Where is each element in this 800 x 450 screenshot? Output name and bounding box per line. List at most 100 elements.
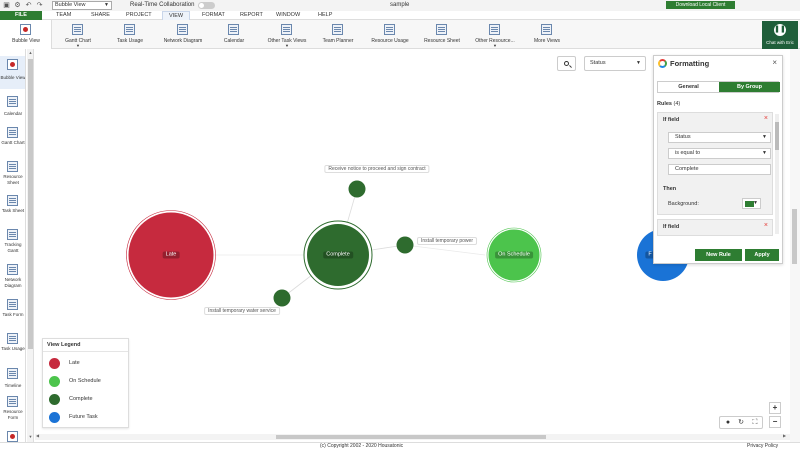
footer: (c) Copyright 2002 - 2020 Housatonic Pri… <box>0 442 800 450</box>
ribbon-bubble-view[interactable]: Bubble View <box>0 20 52 49</box>
left-gantt-chart[interactable]: Gantt Chart <box>0 127 25 157</box>
scroll-left-icon[interactable]: ◀ <box>36 433 39 438</box>
menu-project[interactable]: PROJECT <box>126 11 152 20</box>
panel-scrollbar[interactable] <box>775 114 779 234</box>
close-icon[interactable]: × <box>772 58 777 67</box>
canvas-horizontal-scrollbar[interactable]: ◀ ▶ <box>35 433 790 440</box>
scroll-right-icon[interactable]: ▶ <box>783 433 786 438</box>
point-icon[interactable]: ● <box>722 417 734 429</box>
ribbon-label: More Views <box>533 38 561 44</box>
legend-divider <box>43 351 128 352</box>
view-select[interactable]: Bubble View ▼ <box>52 1 112 10</box>
ribbon-network-diagram[interactable]: Network Diagram <box>158 20 208 49</box>
ribbon-task-usage[interactable]: Task Usage <box>112 20 148 49</box>
menu-format[interactable]: FORMAT <box>202 11 225 20</box>
ribbon-label: Network Diagram <box>163 38 203 44</box>
ribbon-team-planner[interactable]: Team Planner <box>318 20 358 49</box>
scroll-thumb[interactable] <box>792 209 797 264</box>
document-title: sample <box>390 2 410 8</box>
menu-share[interactable]: SHARE <box>91 11 110 20</box>
delete-rule-icon[interactable]: × <box>764 115 768 122</box>
ribbon-gantt-chart[interactable]: Gantt Chart ▼ <box>60 20 96 49</box>
ribbon-other-resource-views[interactable]: Other Resource... ▼ <box>472 20 518 49</box>
tab-general[interactable]: General <box>658 82 719 92</box>
menu-view[interactable]: VIEW <box>162 11 191 20</box>
resource-form-icon <box>7 396 18 407</box>
legend-swatch <box>49 412 60 423</box>
left-tracking-gantt[interactable]: Tracking Gantt <box>0 229 25 259</box>
left-more-item[interactable] <box>0 431 25 442</box>
chat-button[interactable]: ❚❚ Chat with Eric <box>762 21 798 49</box>
refresh-icon[interactable]: ↻ <box>735 417 747 429</box>
zoom-in-button[interactable]: + <box>769 402 781 414</box>
ribbon-label: Task Usage <box>116 38 144 44</box>
ribbon-other-task-views[interactable]: Other Task Views ▼ <box>263 20 311 49</box>
background-label: Background: <box>668 201 699 207</box>
left-task-form[interactable]: Task Form <box>0 299 25 329</box>
menu-window[interactable]: WINDOW <box>276 11 300 20</box>
menu-file[interactable]: FILE <box>0 11 42 20</box>
rule-operator-value: is equal to <box>675 150 701 156</box>
settings-icon[interactable]: ⚙ <box>14 2 21 9</box>
menu-report[interactable]: REPORT <box>240 11 263 20</box>
scroll-down-icon[interactable]: ▼ <box>27 434 34 439</box>
left-label: Task Sheet <box>1 208 25 213</box>
apply-button[interactable]: Apply <box>745 249 779 261</box>
scroll-thumb[interactable] <box>276 435 546 439</box>
background-color-picker[interactable]: ▼ <box>742 198 761 209</box>
left-bubble-view[interactable]: Bubble View <box>0 56 25 89</box>
canvas-vertical-scrollbar[interactable] <box>790 49 800 442</box>
left-calendar[interactable]: Calendar <box>0 96 25 120</box>
rule-field-select[interactable]: Status ▼ <box>668 132 771 143</box>
bubble-label-on-schedule: On Schedule <box>495 251 533 259</box>
left-label: Tracking Gantt <box>4 242 22 253</box>
ribbon-resource-sheet[interactable]: Resource Sheet <box>420 20 464 49</box>
save-icon[interactable]: ▣ <box>3 2 10 9</box>
privacy-link[interactable]: Privacy Policy <box>747 443 778 450</box>
chevron-down-icon: ▼ <box>753 200 758 206</box>
ribbon-more-views[interactable]: More Views <box>530 20 564 49</box>
zoom-out-button[interactable]: − <box>769 416 781 428</box>
download-client-button[interactable]: Download Local Client <box>666 1 735 9</box>
task-label-water: Install temporary water service <box>204 307 280 315</box>
task-node-notice[interactable] <box>348 180 366 198</box>
rule-value-text: Complete <box>675 166 699 172</box>
new-rule-button[interactable]: New Rule <box>695 249 742 261</box>
scroll-thumb[interactable] <box>28 59 33 349</box>
rtc-toggle[interactable] <box>198 2 215 9</box>
left-resource-sheet[interactable]: Resource Sheet <box>0 161 25 191</box>
rule-field-value: Status <box>675 134 691 140</box>
menu-team[interactable]: TEAM <box>56 11 71 20</box>
task-node-water[interactable] <box>273 289 291 307</box>
canvas-search-button[interactable] <box>557 56 576 71</box>
undo-icon[interactable]: ↶ <box>25 2 32 9</box>
task-form-icon <box>7 299 18 310</box>
search-icon <box>564 61 569 66</box>
left-task-usage[interactable]: Task Usage <box>0 333 25 363</box>
tab-by-group[interactable]: By Group <box>719 82 780 92</box>
rule-operator-select[interactable]: is equal to ▼ <box>668 148 771 159</box>
fit-screen-icon[interactable]: ⛶ <box>749 417 761 429</box>
delete-rule-icon[interactable]: × <box>764 222 768 229</box>
more-view-icon <box>7 431 18 442</box>
left-label: Network Diagram <box>4 277 22 288</box>
rule-value-input[interactable]: Complete <box>668 164 771 175</box>
redo-icon[interactable]: ↷ <box>36 2 43 9</box>
gantt-chart-icon <box>72 24 83 35</box>
formatting-icon <box>658 59 667 68</box>
task-node-power[interactable] <box>396 236 414 254</box>
ribbon-resource-usage[interactable]: Resource Usage <box>368 20 412 49</box>
chevron-down-icon: ▼ <box>762 150 767 156</box>
left-resource-form[interactable]: Resource Form <box>0 396 25 426</box>
left-timeline[interactable]: Timeline <box>0 368 25 392</box>
scroll-thumb[interactable] <box>775 122 779 150</box>
ribbon-calendar[interactable]: Calendar <box>218 20 250 49</box>
left-scrollbar[interactable]: ▲ ▼ <box>27 49 34 442</box>
scroll-up-icon[interactable]: ▲ <box>27 50 34 55</box>
group-by-select[interactable]: Status ▼ <box>584 56 646 71</box>
left-task-sheet[interactable]: Task Sheet <box>0 195 25 225</box>
left-network-diagram[interactable]: Network Diagram <box>0 264 25 294</box>
menu-help[interactable]: HELP <box>318 11 332 20</box>
legend-swatch <box>49 376 60 387</box>
chevron-down-icon: ▼ <box>636 60 641 66</box>
